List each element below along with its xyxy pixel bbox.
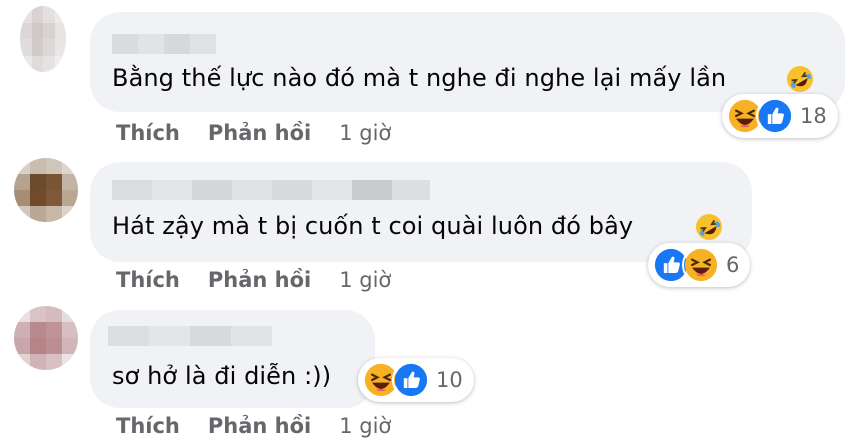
comment-text: Hát zậy mà t bị cuốn t coi quài luôn đó … <box>112 212 634 240</box>
comment-actions: Thích Phản hồi 1 giờ <box>116 414 391 438</box>
comment-text: sơ hở là đi diễn :)) <box>112 362 332 390</box>
rolling-laughing-emoji-icon <box>696 214 722 240</box>
comment-bubble <box>90 310 375 408</box>
like-link[interactable]: Thích <box>116 268 180 292</box>
reply-link[interactable]: Phản hồi <box>208 268 311 292</box>
timestamp-link[interactable]: 1 giờ <box>339 268 391 292</box>
like-reaction-icon <box>392 361 430 399</box>
reaction-count: 6 <box>726 253 740 277</box>
reply-link[interactable]: Phản hồi <box>208 121 311 145</box>
haha-reaction-icon <box>682 246 720 284</box>
commenter-name-blurred[interactable] <box>108 326 272 346</box>
reaction-summary[interactable]: 6 <box>648 243 750 287</box>
comment-actions: Thích Phản hồi 1 giờ <box>116 268 391 292</box>
timestamp-link[interactable]: 1 giờ <box>339 121 391 145</box>
like-link[interactable]: Thích <box>116 121 180 145</box>
commenter-avatar[interactable] <box>20 6 66 72</box>
like-link[interactable]: Thích <box>116 414 180 438</box>
commenter-name-blurred[interactable] <box>112 34 216 54</box>
commenter-name-blurred[interactable] <box>112 180 430 200</box>
commenter-avatar[interactable] <box>14 306 78 370</box>
commenter-avatar[interactable] <box>14 158 78 222</box>
comment-actions: Thích Phản hồi 1 giờ <box>116 121 391 145</box>
reaction-count: 10 <box>436 368 463 392</box>
timestamp-link[interactable]: 1 giờ <box>339 414 391 438</box>
like-reaction-icon <box>756 97 794 135</box>
rolling-laughing-emoji-icon <box>787 66 813 92</box>
reaction-summary[interactable]: 10 <box>358 358 474 402</box>
reaction-count: 18 <box>800 104 827 128</box>
comment-text: Bằng thế lực nào đó mà t nghe đi nghe lạ… <box>112 64 727 92</box>
reaction-summary[interactable]: 18 <box>722 94 838 138</box>
reply-link[interactable]: Phản hồi <box>208 414 311 438</box>
